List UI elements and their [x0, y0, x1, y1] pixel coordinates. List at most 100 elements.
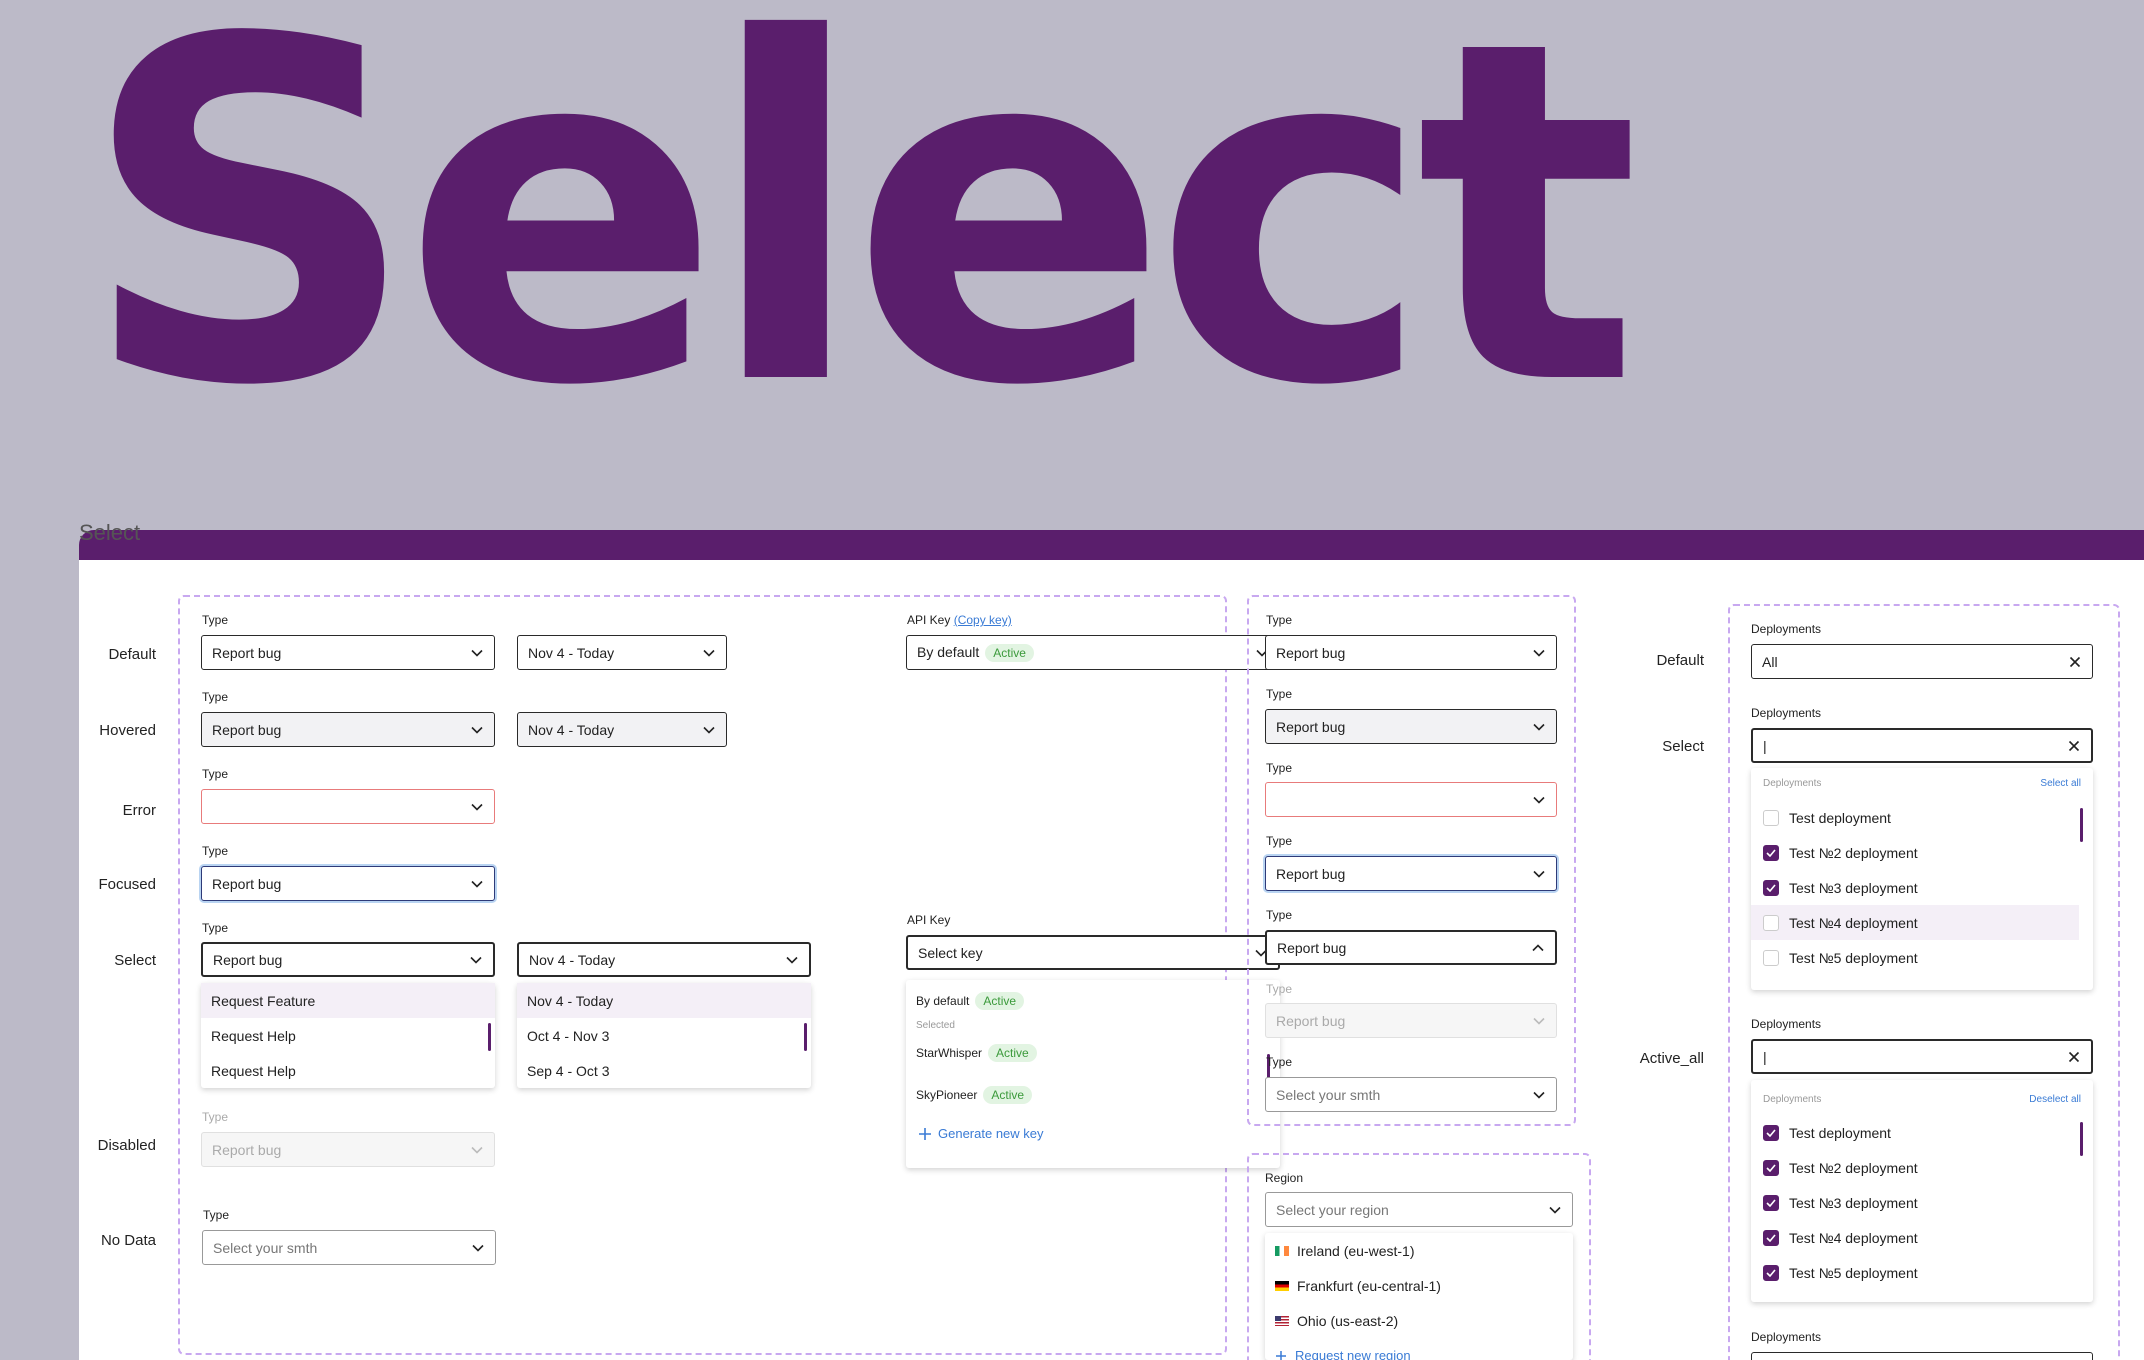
- scrollbar[interactable]: [2080, 1122, 2083, 1156]
- deployment-option[interactable]: Test №5 deployment: [1751, 940, 2093, 975]
- field-label: Type: [1266, 761, 1293, 775]
- dropdown-option[interactable]: Request Help: [201, 1053, 495, 1088]
- checkbox-checked[interactable]: [1763, 1159, 1779, 1176]
- germany-flag-icon: [1275, 1280, 1289, 1291]
- region-select[interactable]: Select your region: [1265, 1192, 1573, 1227]
- region-option-label: Frankfurt (eu-central-1): [1297, 1277, 1441, 1294]
- type-select-default[interactable]: Report bug: [201, 635, 495, 670]
- select-value: Report bug: [1276, 718, 1346, 735]
- request-region-button[interactable]: Request new region: [1265, 1338, 1573, 1360]
- deployment-option[interactable]: Test №3 deployment: [1751, 1185, 2093, 1220]
- checkbox[interactable]: [1763, 914, 1779, 931]
- region-option-label: Ohio (us-east-2): [1297, 1312, 1399, 1329]
- dropdown-option[interactable]: Nov 4 - Today: [517, 983, 811, 1018]
- deployment-name: Test №2 deployment: [1789, 844, 1918, 861]
- compact-select-open[interactable]: Report bug: [1265, 930, 1557, 965]
- scrollbar[interactable]: [488, 1023, 491, 1051]
- deployment-option[interactable]: Test №2 deployment: [1751, 1150, 2093, 1185]
- select-value: Report bug: [1277, 939, 1347, 956]
- date-select-default[interactable]: Nov 4 - Today: [517, 635, 727, 670]
- api-key-option[interactable]: By default Active: [916, 992, 1025, 1010]
- close-icon[interactable]: [2067, 739, 2081, 753]
- type-select-open[interactable]: Report bug: [201, 942, 495, 977]
- usa-flag-canton: [1275, 1315, 1281, 1321]
- deployments-dropdown: Deployments Select all Test deployment T…: [1751, 768, 2093, 990]
- compact-select-error[interactable]: [1265, 782, 1557, 817]
- compact-select-focused[interactable]: Report bug: [1265, 856, 1557, 891]
- deployments-dropdown-active-all: Deployments Deselect all Test deployment…: [1751, 1080, 2093, 1302]
- scrollbar[interactable]: [2080, 808, 2083, 842]
- section-label: Select: [79, 520, 141, 545]
- api-key-select-open[interactable]: Select key: [906, 935, 1280, 970]
- deployment-name: Test №3 deployment: [1789, 879, 1918, 896]
- deployments-select-default[interactable]: All: [1751, 644, 2093, 679]
- checkbox-checked[interactable]: [1763, 1229, 1779, 1246]
- dropdown-option[interactable]: Request Feature: [201, 983, 495, 1018]
- select-value: Report bug: [1276, 1012, 1346, 1029]
- checkbox[interactable]: [1763, 809, 1779, 826]
- compact-select-default[interactable]: Report bug: [1265, 635, 1557, 670]
- select-value: Report bug: [1276, 644, 1346, 661]
- region-option[interactable]: Frankfurt (eu-central-1): [1265, 1268, 1573, 1303]
- deployment-option[interactable]: Test №2 deployment: [1751, 835, 2093, 870]
- select-value: Report bug: [213, 951, 283, 968]
- type-select-focused[interactable]: Report bug: [201, 866, 495, 901]
- api-key-name: StarWhisper: [916, 1046, 983, 1060]
- copy-key-link[interactable]: (Copy key): [954, 613, 1012, 627]
- deployment-option[interactable]: Test deployment: [1751, 1115, 2093, 1150]
- compact-select-no-data[interactable]: Select your smth: [1265, 1077, 1557, 1112]
- checkbox-checked[interactable]: [1763, 1124, 1779, 1141]
- date-select-open[interactable]: Nov 4 - Today: [517, 942, 811, 977]
- checkbox-checked[interactable]: [1763, 1194, 1779, 1211]
- deployments-search-input[interactable]: |: [1751, 728, 2093, 763]
- api-key-option[interactable]: StarWhisper Active: [916, 1044, 1037, 1062]
- row-label-hovered: Hovered: [99, 722, 156, 739]
- deselect-all-link[interactable]: Deselect all: [2029, 1094, 2081, 1105]
- type-select-error[interactable]: [201, 789, 495, 824]
- checkbox-checked[interactable]: [1763, 844, 1779, 861]
- region-option[interactable]: Ohio (us-east-2): [1265, 1303, 1573, 1338]
- deployment-option[interactable]: Test №4 deployment: [1751, 1220, 2093, 1255]
- dropdown-option[interactable]: Oct 4 - Nov 3: [517, 1018, 811, 1053]
- field-label: Type: [1266, 834, 1293, 848]
- checkbox[interactable]: [1763, 949, 1779, 966]
- select-placeholder: Select your smth: [213, 1239, 318, 1256]
- deployment-option[interactable]: Test deployment: [1751, 800, 2093, 835]
- generate-key-button[interactable]: Generate new key: [918, 1126, 1044, 1141]
- select-all-link[interactable]: Select all: [2040, 778, 2081, 789]
- deployment-option[interactable]: Test №5 deployment: [1751, 1255, 2093, 1290]
- select-placeholder: Select your smth: [1276, 1086, 1381, 1103]
- checkbox-checked[interactable]: [1763, 879, 1779, 896]
- deployment-name: Test №4 deployment: [1789, 1229, 1918, 1246]
- dropdown-option[interactable]: Request Help: [201, 1018, 495, 1053]
- select-value: Report bug: [212, 1141, 282, 1158]
- select-value: Select key: [918, 944, 983, 961]
- status-badge: Active: [985, 643, 1034, 662]
- region-option[interactable]: Ireland (eu-west-1): [1265, 1233, 1573, 1268]
- deployment-name: Test №5 deployment: [1789, 949, 1918, 966]
- deployments-select-partial[interactable]: [1751, 1352, 2093, 1360]
- type-select-hovered[interactable]: Report bug: [201, 712, 495, 747]
- select-value: Report bug: [212, 644, 282, 661]
- close-icon[interactable]: [2068, 655, 2082, 669]
- api-key-select-default[interactable]: By default Active: [906, 635, 1280, 670]
- select-value: Report bug: [212, 875, 282, 892]
- compact-select-hovered[interactable]: Report bug: [1265, 709, 1557, 744]
- deployment-option[interactable]: Test №3 deployment: [1751, 870, 2093, 905]
- api-key-option[interactable]: SkyPioneer Active: [916, 1086, 1033, 1104]
- checkbox-checked[interactable]: [1763, 1264, 1779, 1281]
- close-icon[interactable]: [2067, 1050, 2081, 1064]
- date-select-hovered[interactable]: Nov 4 - Today: [517, 712, 727, 747]
- select-value: Report bug: [212, 721, 282, 738]
- row-label-select: Select: [114, 952, 156, 969]
- chevron-down-icon: [470, 723, 484, 737]
- dropdown-option[interactable]: Sep 4 - Oct 3: [517, 1053, 811, 1088]
- chevron-down-icon: [702, 646, 716, 660]
- deployments-search-input-active-all[interactable]: |: [1751, 1039, 2093, 1074]
- type-select-no-data[interactable]: Select your smth: [202, 1230, 496, 1265]
- type-select-disabled: Report bug: [201, 1132, 495, 1167]
- deployment-option[interactable]: Test №4 deployment: [1751, 905, 2079, 940]
- scrollbar[interactable]: [804, 1023, 807, 1051]
- field-label: Type: [1266, 613, 1293, 627]
- chevron-down-icon: [1548, 1203, 1562, 1217]
